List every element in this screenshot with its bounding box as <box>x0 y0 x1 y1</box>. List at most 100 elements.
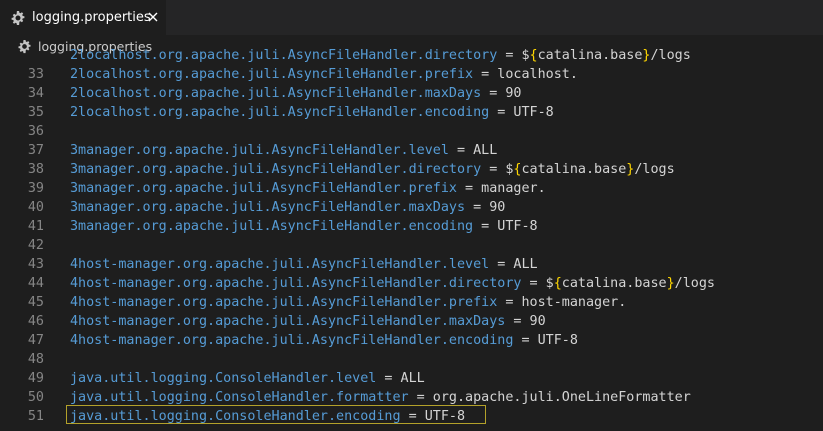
line-number: 34 <box>27 86 44 101</box>
property-value: ALL <box>513 257 538 272</box>
property-value: UTF-8 <box>537 333 578 348</box>
property-key: 3manager.org.apache.juli.AsyncFileHandle… <box>70 200 466 215</box>
property-value: /logs <box>650 48 691 63</box>
equals-operator: = <box>481 86 506 101</box>
line-number: 40 <box>27 200 44 215</box>
property-value: 90 <box>505 86 522 101</box>
equals-operator: = <box>408 390 433 405</box>
code-line[interactable]: 42 <box>0 236 823 255</box>
dollar-sign: $ <box>521 48 530 63</box>
line-number: 41 <box>27 219 44 234</box>
code-line[interactable]: 43 4host-manager.org.apache.juli.AsyncFil… <box>0 255 823 274</box>
code-text: 4host-manager.org.apache.juli.AsyncFileH… <box>70 312 546 331</box>
property-value: localhost. <box>497 67 578 82</box>
code-line[interactable]: 35 2localhost.org.apache.juli.AsyncFileHa… <box>0 103 823 122</box>
line-number: 35 <box>27 105 44 120</box>
equals-operator: = <box>489 105 514 120</box>
property-key: 4host-manager.org.apache.juli.AsyncFileH… <box>70 276 522 291</box>
code-line[interactable]: 45 4host-manager.org.apache.juli.AsyncFil… <box>0 293 823 312</box>
close-icon[interactable] <box>145 9 161 25</box>
equals-operator: = <box>513 333 538 348</box>
gear-icon <box>10 10 26 26</box>
code-text: java.util.logging.ConsoleHandler.encodin… <box>70 407 465 426</box>
property-key: java.util.logging.ConsoleHandler.level <box>70 371 377 386</box>
code-line[interactable]: 38 3manager.org.apache.juli.AsyncFileHand… <box>0 160 823 179</box>
equals-operator: = <box>489 257 514 272</box>
property-value: /logs <box>634 162 675 177</box>
equals-operator: = <box>465 200 490 215</box>
equals-operator: = <box>497 48 522 63</box>
equals-operator: = <box>473 67 498 82</box>
property-value: manager. <box>481 181 546 196</box>
code-line[interactable]: 48 <box>0 350 823 369</box>
code-line[interactable]: 46 4host-manager.org.apache.juli.AsyncFil… <box>0 312 823 331</box>
line-number: 51 <box>27 409 44 424</box>
tab-logging-properties[interactable]: logging.properties <box>0 0 166 35</box>
code-text: java.util.logging.ConsoleHandler.level =… <box>70 369 425 388</box>
property-key: 3manager.org.apache.juli.AsyncFileHandle… <box>70 162 482 177</box>
line-number: 46 <box>27 314 44 329</box>
property-value: UTF-8 <box>424 409 466 424</box>
line-number: 50 <box>27 390 44 405</box>
property-value: host-manager. <box>521 295 627 310</box>
property-key: java.util.logging.ConsoleHandler.encodin… <box>70 409 401 424</box>
line-number: 49 <box>27 371 44 386</box>
code-line[interactable]: 47 4host-manager.org.apache.juli.AsyncFil… <box>0 331 823 350</box>
dollar-sign: $ <box>545 276 554 291</box>
code-text: 3manager.org.apache.juli.AsyncFileHandle… <box>70 217 538 236</box>
variable-name: catalina.base <box>537 48 643 63</box>
equals-operator: = <box>456 181 482 196</box>
property-value: UTF-8 <box>513 105 554 120</box>
line-number: 48 <box>27 352 44 367</box>
close-brace: } <box>666 276 675 291</box>
property-key: java.util.logging.ConsoleHandler.formatt… <box>70 390 409 405</box>
property-value: ALL <box>400 371 425 386</box>
property-key: 3manager.org.apache.juli.AsyncFileHandle… <box>70 181 457 196</box>
code-line[interactable]: 51 java.util.logging.ConsoleHandler.encod… <box>0 407 823 426</box>
open-brace: { <box>529 48 538 63</box>
code-line[interactable]: 37 3manager.org.apache.juli.AsyncFileHand… <box>0 141 823 160</box>
property-key: 3manager.org.apache.juli.AsyncFileHandle… <box>70 219 474 234</box>
property-key: 4host-manager.org.apache.juli.AsyncFileH… <box>70 295 498 310</box>
equals-operator: = <box>505 314 530 329</box>
property-key: 2localhost.org.apache.juli.AsyncFileHand… <box>70 105 490 120</box>
property-key: 4host-manager.org.apache.juli.AsyncFileH… <box>70 333 514 348</box>
property-value: 90 <box>489 200 506 215</box>
equals-operator: = <box>376 371 401 386</box>
code-text: 3manager.org.apache.juli.AsyncFileHandle… <box>70 160 675 179</box>
property-key: 4host-manager.org.apache.juli.AsyncFileH… <box>70 257 490 272</box>
code-text: java.util.logging.ConsoleHandler.formatt… <box>70 388 691 407</box>
equals-operator: = <box>473 219 498 234</box>
open-brace: { <box>553 276 562 291</box>
code-line[interactable]: 34 2localhost.org.apache.juli.AsyncFileHa… <box>0 84 823 103</box>
code-line[interactable]: 39 3manager.org.apache.juli.AsyncFileHand… <box>0 179 823 198</box>
code-text: 4host-manager.org.apache.juli.AsyncFileH… <box>70 331 578 350</box>
variable-name: catalina.base <box>561 276 667 291</box>
property-value: org.apache.juli.OneLineFormatter <box>432 390 691 405</box>
code-text: 3manager.org.apache.juli.AsyncFileHandle… <box>70 198 505 217</box>
line-number: 36 <box>27 124 44 139</box>
tab-bar: logging.properties <box>0 0 823 35</box>
code-line[interactable]: 36 <box>0 122 823 141</box>
code-line[interactable]: 50 java.util.logging.ConsoleHandler.forma… <box>0 388 823 407</box>
code-line[interactable]: 41 3manager.org.apache.juli.AsyncFileHand… <box>0 217 823 236</box>
code-line[interactable]: 49 java.util.logging.ConsoleHandler.level… <box>0 369 823 388</box>
code-line[interactable]: 44 4host-manager.org.apache.juli.AsyncFil… <box>0 274 823 293</box>
equals-operator: = <box>497 295 522 310</box>
code-text: 2localhost.org.apache.juli.AsyncFileHand… <box>70 46 691 65</box>
code-line[interactable]: 33 2localhost.org.apache.juli.AsyncFileHa… <box>0 65 823 84</box>
line-number: 33 <box>27 67 44 82</box>
property-key: 3manager.org.apache.juli.AsyncFileHandle… <box>70 143 449 158</box>
property-value: ALL <box>473 143 498 158</box>
line-number: 43 <box>27 257 44 272</box>
property-value: /logs <box>674 276 715 291</box>
property-value: UTF-8 <box>497 219 538 234</box>
code-text: 4host-manager.org.apache.juli.AsyncFileH… <box>70 274 715 293</box>
code-line[interactable]: 40 3manager.org.apache.juli.AsyncFileHand… <box>0 198 823 217</box>
code-text: 2localhost.org.apache.juli.AsyncFileHand… <box>70 84 521 103</box>
variable-name: catalina.base <box>521 162 627 177</box>
code-text: 4host-manager.org.apache.juli.AsyncFileH… <box>70 293 626 312</box>
code-editor[interactable]: 2localhost.org.apache.juli.AsyncFileHand… <box>0 46 823 431</box>
code-line[interactable]: 2localhost.org.apache.juli.AsyncFileHand… <box>0 46 823 65</box>
code-text: 2localhost.org.apache.juli.AsyncFileHand… <box>70 65 578 84</box>
